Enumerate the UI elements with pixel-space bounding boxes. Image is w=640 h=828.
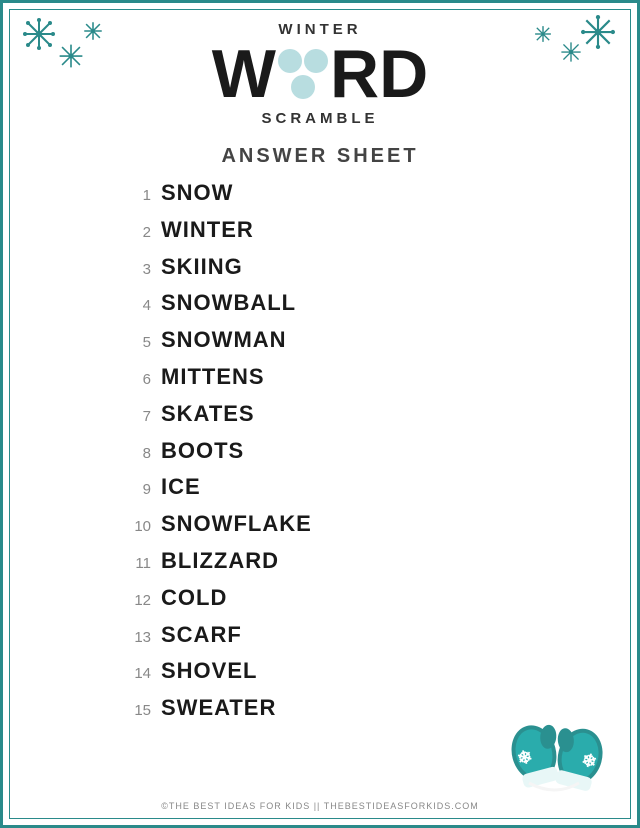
word-number: 14	[123, 663, 151, 684]
word-list: 1 SNOW 2 WINTER 3 SKIING 4 SNOWBALL 5 SNOWMAN 6 MIT…	[3, 178, 637, 724]
title-winter: WINTER	[3, 21, 637, 38]
word-text: SHOVEL	[161, 656, 257, 687]
word-number: 10	[123, 516, 151, 537]
bubble	[304, 49, 328, 73]
letter-o-bubbles	[278, 49, 328, 99]
word-item: 8 BOOTS	[123, 436, 637, 467]
word-item: 2 WINTER	[123, 215, 637, 246]
word-item: 6 MITTENS	[123, 362, 637, 393]
word-text: ICE	[161, 472, 201, 503]
title-scramble: SCRAMBLE	[3, 110, 637, 127]
word-text: SWEATER	[161, 693, 276, 724]
word-item: 5 SNOWMAN	[123, 325, 637, 356]
word-item: 11 BLIZZARD	[123, 546, 637, 577]
word-text: SNOWBALL	[161, 288, 296, 319]
word-text: SNOWMAN	[161, 325, 287, 356]
word-item: 7 SKATES	[123, 399, 637, 430]
word-text: SKIING	[161, 252, 243, 283]
word-number: 4	[123, 295, 151, 316]
word-number: 2	[123, 222, 151, 243]
mittens-illustration: ❄ ❄	[497, 685, 607, 795]
word-text: BOOTS	[161, 436, 244, 467]
word-number: 7	[123, 406, 151, 427]
word-number: 5	[123, 332, 151, 353]
bubble	[291, 75, 315, 99]
word-number: 12	[123, 590, 151, 611]
word-item: 14 SHOVEL	[123, 656, 637, 687]
word-item: 12 COLD	[123, 583, 637, 614]
answer-sheet-title: ANSWER SHEET	[3, 145, 637, 168]
word-text: COLD	[161, 583, 227, 614]
word-number: 1	[123, 185, 151, 206]
letter-r: R	[330, 40, 379, 108]
word-text: SNOWFLAKE	[161, 509, 312, 540]
word-number: 15	[123, 700, 151, 721]
word-text: BLIZZARD	[161, 546, 279, 577]
word-text: SCARF	[161, 620, 242, 651]
word-number: 13	[123, 627, 151, 648]
word-text: WINTER	[161, 215, 254, 246]
footer: ©THE BEST IDEAS FOR KIDS || THEBESTIDEAS…	[3, 801, 637, 811]
word-item: 13 SCARF	[123, 620, 637, 651]
letter-w: W	[212, 40, 276, 108]
word-item: 9 ICE	[123, 472, 637, 503]
bubble	[278, 49, 302, 73]
word-text: SKATES	[161, 399, 255, 430]
word-number: 9	[123, 479, 151, 500]
word-text: MITTENS	[161, 362, 265, 393]
word-text: SNOW	[161, 178, 233, 209]
word-item: 10 SNOWFLAKE	[123, 509, 637, 540]
title-word-row: W R D	[3, 40, 637, 108]
word-number: 11	[123, 553, 151, 574]
word-item: 4 SNOWBALL	[123, 288, 637, 319]
word-item: 1 SNOW	[123, 178, 637, 209]
page: WINTER W R D SCRAMBLE ANSWER SHEET 1 SNOW…	[0, 0, 640, 828]
word-number: 6	[123, 369, 151, 390]
letter-d: D	[379, 40, 428, 108]
word-number: 8	[123, 443, 151, 464]
word-item: 3 SKIING	[123, 252, 637, 283]
header: WINTER W R D SCRAMBLE	[3, 3, 637, 127]
word-number: 3	[123, 259, 151, 280]
